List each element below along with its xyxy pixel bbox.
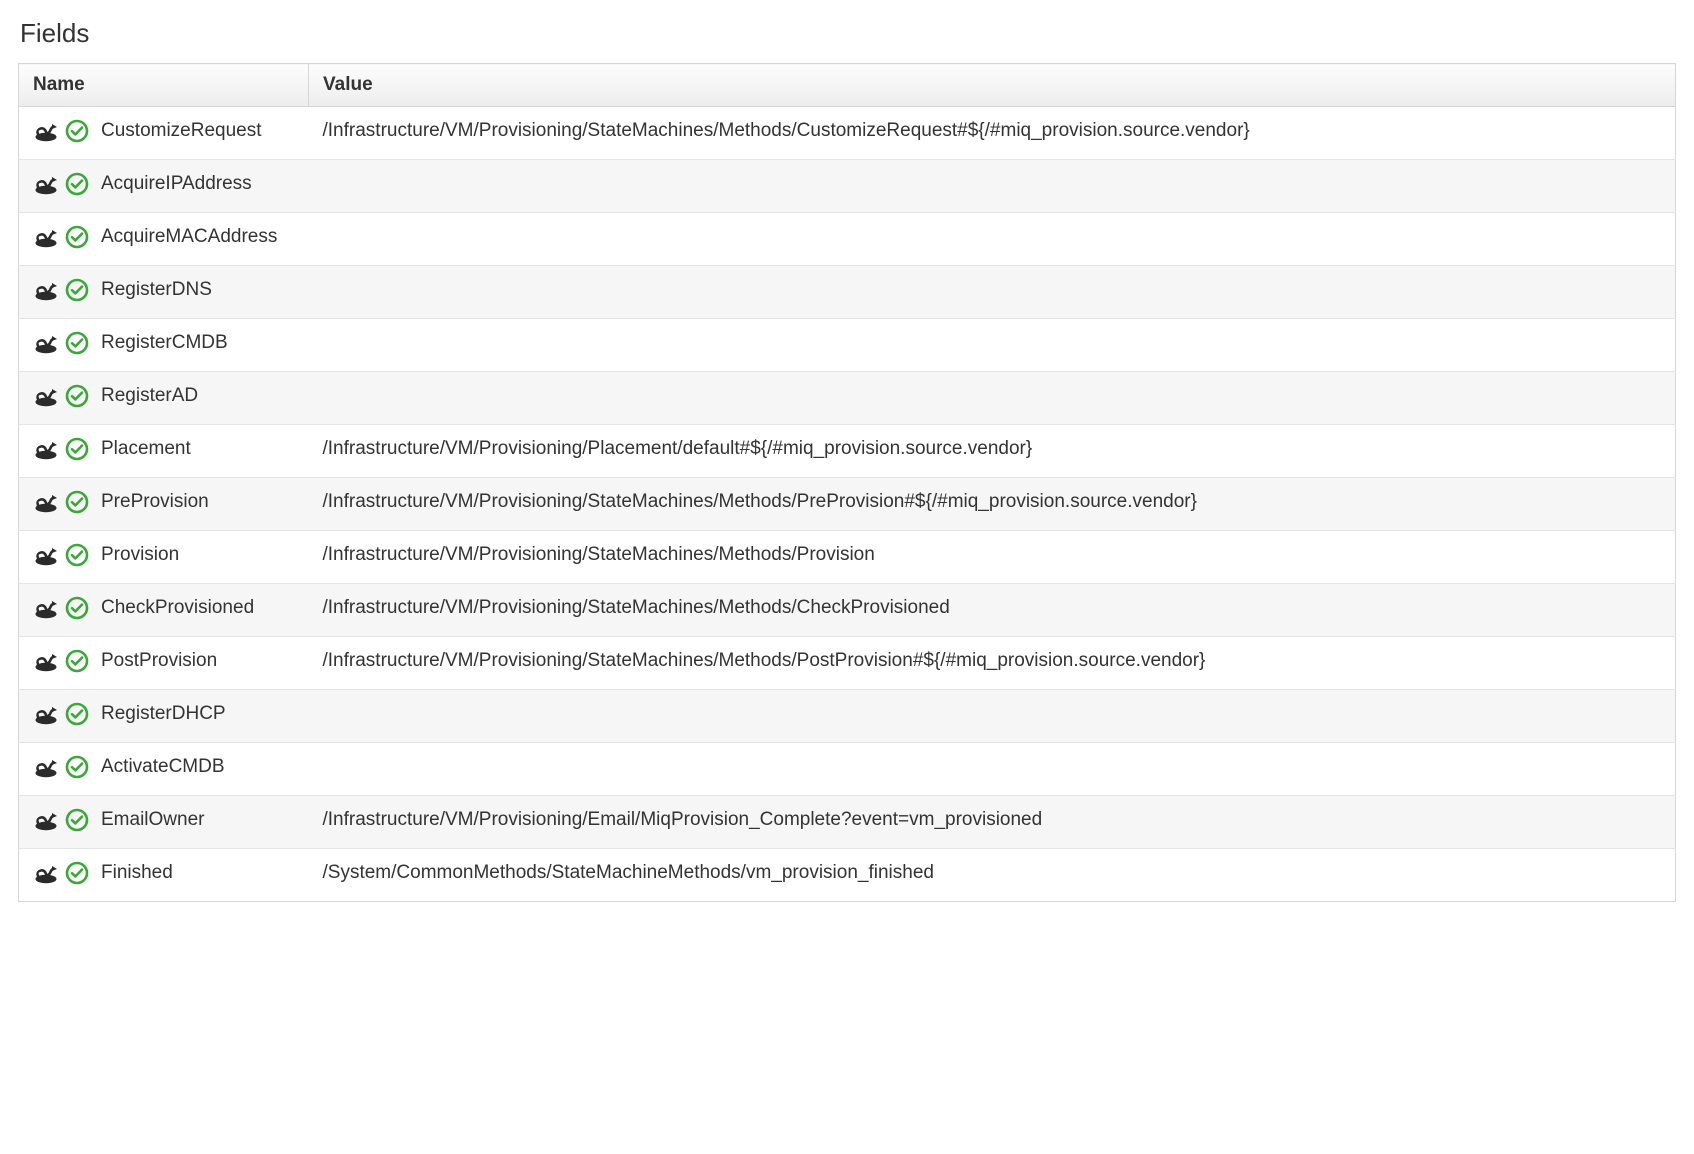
state-icon: [33, 544, 59, 566]
field-value: /Infrastructure/VM/Provisioning/StateMac…: [309, 478, 1676, 531]
field-name: RegisterAD: [101, 385, 198, 407]
state-icon: [33, 650, 59, 672]
field-value: /Infrastructure/VM/Provisioning/StateMac…: [309, 531, 1676, 584]
check-circle-icon: [65, 490, 89, 514]
field-value: [309, 213, 1676, 266]
field-value: /System/CommonMethods/StateMachineMethod…: [309, 849, 1676, 902]
section-heading: Fields: [20, 18, 1676, 49]
check-circle-icon: [65, 808, 89, 832]
field-name: PreProvision: [101, 491, 209, 513]
field-name: PostProvision: [101, 650, 217, 672]
field-value: /Infrastructure/VM/Provisioning/Email/Mi…: [309, 796, 1676, 849]
field-value: [309, 372, 1676, 425]
state-icon: [33, 491, 59, 513]
field-value: /Infrastructure/VM/Provisioning/StateMac…: [309, 637, 1676, 690]
field-name: Provision: [101, 544, 179, 566]
check-circle-icon: [65, 861, 89, 885]
table-row[interactable]: AcquireMACAddress: [19, 213, 1676, 266]
state-icon: [33, 120, 59, 142]
field-value: [309, 266, 1676, 319]
field-name: ActivateCMDB: [101, 756, 225, 778]
state-icon: [33, 862, 59, 884]
table-row[interactable]: RegisterDNS: [19, 266, 1676, 319]
state-icon: [33, 173, 59, 195]
state-icon: [33, 385, 59, 407]
field-value: [309, 743, 1676, 796]
state-icon: [33, 597, 59, 619]
fields-table: Name Value CustomizeRequest/Infrastructu…: [18, 63, 1676, 902]
state-icon: [33, 332, 59, 354]
column-header-name: Name: [19, 64, 309, 107]
field-value: /Infrastructure/VM/Provisioning/StateMac…: [309, 584, 1676, 637]
state-icon: [33, 226, 59, 248]
field-name: RegisterDHCP: [101, 703, 226, 725]
column-header-value: Value: [309, 64, 1676, 107]
field-value: [309, 690, 1676, 743]
field-name: Placement: [101, 438, 191, 460]
field-name: RegisterCMDB: [101, 332, 228, 354]
table-row[interactable]: CheckProvisioned/Infrastructure/VM/Provi…: [19, 584, 1676, 637]
check-circle-icon: [65, 649, 89, 673]
state-icon: [33, 809, 59, 831]
table-row[interactable]: CustomizeRequest/Infrastructure/VM/Provi…: [19, 107, 1676, 160]
table-row[interactable]: RegisterCMDB: [19, 319, 1676, 372]
field-name: RegisterDNS: [101, 279, 212, 301]
field-value: /Infrastructure/VM/Provisioning/StateMac…: [309, 107, 1676, 160]
table-row[interactable]: PostProvision/Infrastructure/VM/Provisio…: [19, 637, 1676, 690]
check-circle-icon: [65, 543, 89, 567]
check-circle-icon: [65, 119, 89, 143]
check-circle-icon: [65, 172, 89, 196]
field-name: AcquireMACAddress: [101, 226, 277, 248]
table-row[interactable]: EmailOwner/Infrastructure/VM/Provisionin…: [19, 796, 1676, 849]
field-name: CustomizeRequest: [101, 120, 262, 142]
field-value: [309, 319, 1676, 372]
check-circle-icon: [65, 278, 89, 302]
table-row[interactable]: RegisterAD: [19, 372, 1676, 425]
check-circle-icon: [65, 331, 89, 355]
check-circle-icon: [65, 596, 89, 620]
check-circle-icon: [65, 702, 89, 726]
table-row[interactable]: RegisterDHCP: [19, 690, 1676, 743]
field-value: [309, 160, 1676, 213]
table-row[interactable]: ActivateCMDB: [19, 743, 1676, 796]
field-name: Finished: [101, 862, 173, 884]
check-circle-icon: [65, 384, 89, 408]
state-icon: [33, 703, 59, 725]
field-name: AcquireIPAddress: [101, 173, 252, 195]
field-name: EmailOwner: [101, 809, 204, 831]
check-circle-icon: [65, 755, 89, 779]
check-circle-icon: [65, 225, 89, 249]
field-name: CheckProvisioned: [101, 597, 254, 619]
field-value: /Infrastructure/VM/Provisioning/Placemen…: [309, 425, 1676, 478]
table-row[interactable]: Provision/Infrastructure/VM/Provisioning…: [19, 531, 1676, 584]
state-icon: [33, 756, 59, 778]
state-icon: [33, 279, 59, 301]
table-row[interactable]: PreProvision/Infrastructure/VM/Provision…: [19, 478, 1676, 531]
state-icon: [33, 438, 59, 460]
table-row[interactable]: Finished/System/CommonMethods/StateMachi…: [19, 849, 1676, 902]
table-row[interactable]: AcquireIPAddress: [19, 160, 1676, 213]
table-row[interactable]: Placement/Infrastructure/VM/Provisioning…: [19, 425, 1676, 478]
check-circle-icon: [65, 437, 89, 461]
